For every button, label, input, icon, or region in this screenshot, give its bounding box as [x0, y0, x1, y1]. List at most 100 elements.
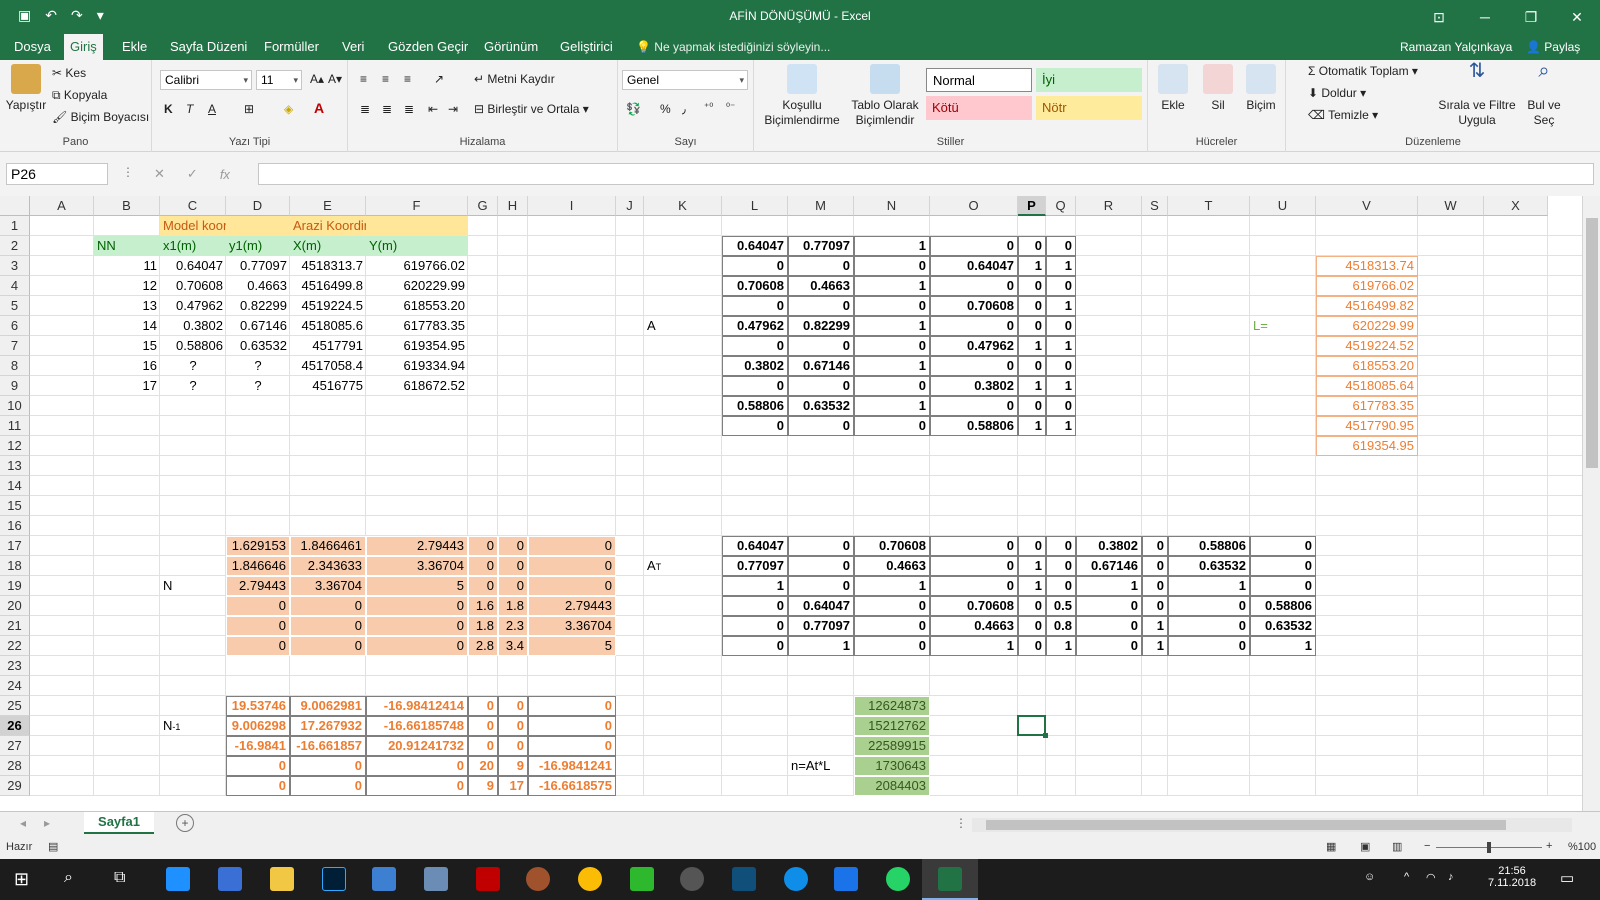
volume-icon[interactable]: ♪ [1448, 871, 1454, 883]
align-right-icon[interactable]: ≣ [404, 102, 414, 116]
cell-e6[interactable]: 4518085.6 [290, 316, 366, 336]
cell-q9[interactable]: 1 [1046, 376, 1076, 396]
cell-e3[interactable]: 4518313.7 [290, 256, 366, 276]
row-header-23[interactable]: 23 [0, 656, 30, 676]
sheet-tab-sayfa1[interactable]: Sayfa1 [84, 812, 154, 834]
cell-t18[interactable]: 0.63532 [1168, 556, 1250, 576]
fill-button[interactable]: ⬇ Doldur ▾ [1308, 86, 1366, 100]
cell-o10[interactable]: 0 [930, 396, 1018, 416]
cell-f8[interactable]: 619334.94 [366, 356, 468, 376]
row-header-12[interactable]: 12 [0, 436, 30, 456]
next-sheet-icon[interactable]: ▸ [44, 816, 50, 830]
cell-o21[interactable]: 0.4663 [930, 616, 1018, 636]
column-header-t[interactable]: T [1168, 196, 1250, 216]
row-header-17[interactable]: 17 [0, 536, 30, 556]
app-icon-brown[interactable] [526, 867, 550, 891]
cell-n22[interactable]: 0 [854, 636, 930, 656]
name-box[interactable]: P26 [6, 163, 108, 185]
cell-m5[interactable]: 0 [788, 296, 854, 316]
cell-f3[interactable]: 619766.02 [366, 256, 468, 276]
cell-r18[interactable]: 0.67146 [1076, 556, 1142, 576]
cell-f27[interactable]: 20.91241732 [366, 736, 468, 756]
cell-q18[interactable]: 0 [1046, 556, 1076, 576]
column-header-f[interactable]: F [366, 196, 468, 216]
orientation-icon[interactable]: ↗ [434, 72, 444, 86]
cell-c2[interactable]: x1(m) [160, 236, 226, 256]
cell-d22[interactable]: 0 [226, 636, 290, 656]
cell-d1[interactable] [226, 216, 290, 236]
cell-m9[interactable]: 0 [788, 376, 854, 396]
align-left-icon[interactable]: ≣ [360, 102, 370, 116]
cell-b5[interactable]: 13 [94, 296, 160, 316]
column-header-a[interactable]: A [30, 196, 94, 216]
cell-p7[interactable]: 1 [1018, 336, 1046, 356]
cell-m6[interactable]: 0.82299 [788, 316, 854, 336]
app-icon-blue[interactable] [372, 867, 396, 891]
cell-e4[interactable]: 4516499.8 [290, 276, 366, 296]
style-bad[interactable]: Kötü [926, 96, 1032, 120]
cell-i28[interactable]: -16.9841241 [528, 756, 616, 776]
zoom-out-icon[interactable]: − [1424, 840, 1430, 852]
cell-e21[interactable]: 0 [290, 616, 366, 636]
cell-q22[interactable]: 1 [1046, 636, 1076, 656]
tab-view[interactable]: Görünüm [478, 34, 544, 60]
excel-taskbar-button[interactable] [922, 859, 978, 900]
restore-icon[interactable]: ❐ [1508, 0, 1554, 34]
cell-l9[interactable]: 0 [722, 376, 788, 396]
cell-i25[interactable]: 0 [528, 696, 616, 716]
cell-q21[interactable]: 0.8 [1046, 616, 1076, 636]
zoom-in-icon[interactable]: + [1546, 840, 1552, 852]
row-header-21[interactable]: 21 [0, 616, 30, 636]
column-header-v[interactable]: V [1316, 196, 1418, 216]
cell-v8[interactable]: 618553.20 [1316, 356, 1418, 376]
column-header-c[interactable]: C [160, 196, 226, 216]
shrink-font-icon[interactable]: A▾ [328, 72, 342, 86]
cell-b7[interactable]: 15 [94, 336, 160, 356]
cell-n9[interactable]: 0 [854, 376, 930, 396]
row-header-26[interactable]: 26 [0, 716, 30, 736]
cell-i29[interactable]: -16.6618575 [528, 776, 616, 796]
cell-d19[interactable]: 2.79443 [226, 576, 290, 596]
cell-i17[interactable]: 0 [528, 536, 616, 556]
cell-m10[interactable]: 0.63532 [788, 396, 854, 416]
row-header-20[interactable]: 20 [0, 596, 30, 616]
cell-l11[interactable]: 0 [722, 416, 788, 436]
column-header-b[interactable]: B [94, 196, 160, 216]
column-header-r[interactable]: R [1076, 196, 1142, 216]
row-header-1[interactable]: 1 [0, 216, 30, 236]
cell-m28[interactable]: n=At*L [788, 756, 854, 776]
insert-cells-button[interactable]: Ekle [1152, 64, 1194, 113]
windows-start-icon[interactable]: ⊞ [14, 869, 29, 890]
teamviewer-icon[interactable] [784, 867, 808, 891]
cell-l22[interactable]: 0 [722, 636, 788, 656]
cell-g28[interactable]: 20 [468, 756, 498, 776]
cell-h22[interactable]: 3.4 [498, 636, 528, 656]
search-icon[interactable]: ⌕ [64, 869, 73, 887]
cell-l20[interactable]: 0 [722, 596, 788, 616]
autosum-button[interactable]: Σ Otomatik Toplam ▾ [1308, 64, 1418, 78]
cell-m3[interactable]: 0 [788, 256, 854, 276]
cell-u6[interactable]: L= [1250, 316, 1316, 336]
row-header-22[interactable]: 22 [0, 636, 30, 656]
cell-p17[interactable]: 0 [1018, 536, 1046, 556]
row-header-4[interactable]: 4 [0, 276, 30, 296]
cell-f17[interactable]: 2.79443 [366, 536, 468, 556]
cell-q5[interactable]: 1 [1046, 296, 1076, 316]
cell-n21[interactable]: 0 [854, 616, 930, 636]
column-header-l[interactable]: L [722, 196, 788, 216]
style-neutral[interactable]: Nötr [1036, 96, 1142, 120]
cell-p22[interactable]: 0 [1018, 636, 1046, 656]
cell-p20[interactable]: 0 [1018, 596, 1046, 616]
cell-f6[interactable]: 617783.35 [366, 316, 468, 336]
cell-l8[interactable]: 0.3802 [722, 356, 788, 376]
underline-button[interactable]: A [208, 102, 216, 116]
cell-n10[interactable]: 1 [854, 396, 930, 416]
cell-f4[interactable]: 620229.99 [366, 276, 468, 296]
cell-h17[interactable]: 0 [498, 536, 528, 556]
format-painter-button[interactable]: 🖌 Biçim Boyacısı [52, 110, 149, 124]
tab-insert[interactable]: Ekle [116, 34, 153, 60]
cell-h29[interactable]: 17 [498, 776, 528, 796]
cell-g26[interactable]: 0 [468, 716, 498, 736]
horizontal-scrollbar[interactable] [972, 818, 1572, 832]
cell-e1[interactable]: Arazi Koordinatları [290, 216, 366, 236]
